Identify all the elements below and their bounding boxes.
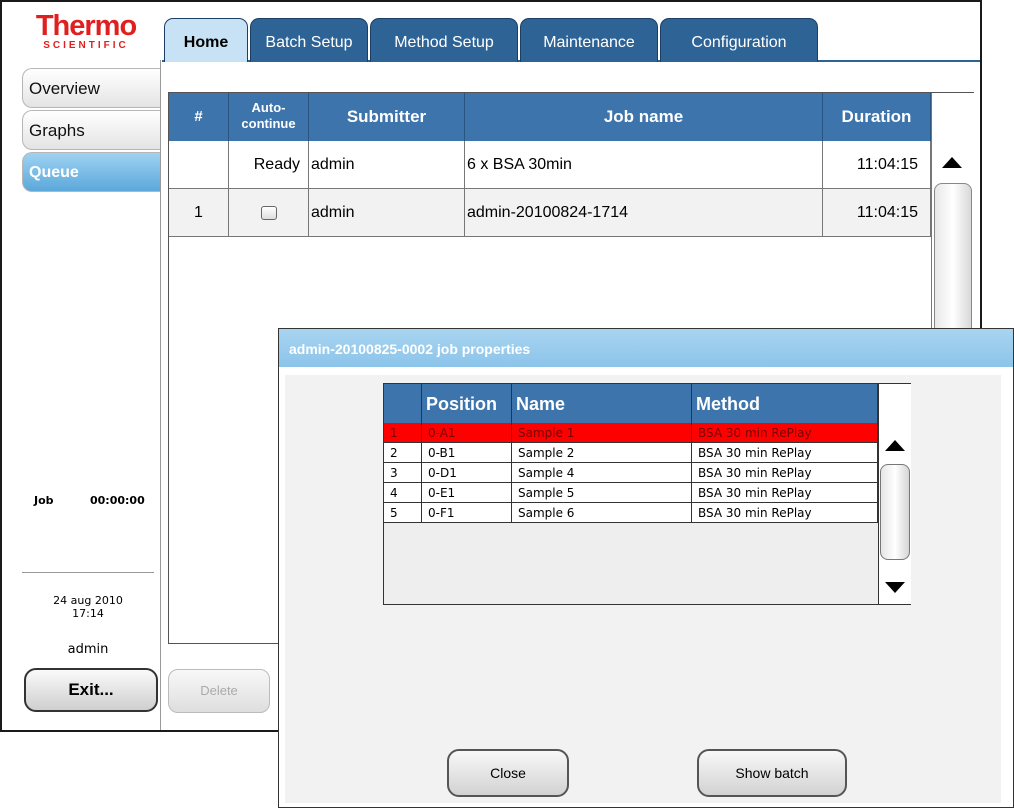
header-auto-continue: Auto- continue: [229, 93, 309, 141]
cell-num: 1: [384, 423, 422, 443]
time-text: 17:14: [72, 607, 104, 620]
date-text: 24 aug 2010: [53, 594, 123, 607]
cell-num: 2: [384, 443, 422, 463]
tab-maintenance[interactable]: Maintenance: [520, 18, 658, 62]
header-name: Name: [512, 384, 692, 423]
cell-name: Sample 4: [512, 463, 692, 483]
cell-method: BSA 30 min RePlay: [692, 423, 878, 443]
delete-button[interactable]: Delete: [168, 669, 270, 713]
job-timer: 00:00:00: [90, 494, 145, 507]
header-position: Position: [422, 384, 512, 423]
current-user: admin: [67, 642, 109, 657]
cell-name: Sample 6: [512, 503, 692, 523]
cell-position: 0-F1: [422, 503, 512, 523]
cell-duration: 11:04:15: [823, 141, 931, 189]
cell-num: 3: [384, 463, 422, 483]
header-num: [384, 384, 422, 423]
scroll-up-icon[interactable]: [942, 157, 962, 168]
samples-scrollbar[interactable]: [878, 384, 911, 604]
thermo-scientific-logo: Thermo SCIENTIFIC: [16, 12, 156, 56]
cell-method: BSA 30 min RePlay: [692, 503, 878, 523]
tab-method-setup[interactable]: Method Setup: [370, 18, 518, 62]
tab-batch-setup[interactable]: Batch Setup: [250, 18, 368, 62]
header-duration: Duration: [823, 93, 931, 141]
cell-auto-status: Ready: [229, 141, 309, 189]
cell-job-name: 6 x BSA 30min: [465, 141, 823, 189]
cell-method: BSA 30 min RePlay: [692, 443, 878, 463]
cell-method: BSA 30 min RePlay: [692, 463, 878, 483]
show-batch-button[interactable]: Show batch: [697, 749, 847, 797]
cell-name: Sample 5: [512, 483, 692, 503]
cell-name: Sample 1: [512, 423, 692, 443]
cell-position: 0-A1: [422, 423, 512, 443]
header-num: #: [169, 93, 229, 141]
cell-num: 5: [384, 503, 422, 523]
cell-method: BSA 30 min RePlay: [692, 483, 878, 503]
close-button[interactable]: Close: [447, 749, 569, 797]
tab-configuration[interactable]: Configuration: [660, 18, 818, 62]
dialog-body: Position Name Method 1 0-A1 Sample 1 BSA…: [285, 375, 1001, 803]
sidebar-item-graphs[interactable]: Graphs: [22, 110, 160, 150]
cell-name: Sample 2: [512, 443, 692, 463]
tab-home[interactable]: Home: [164, 18, 248, 62]
scroll-up-icon[interactable]: [885, 440, 905, 451]
sidebar-item-overview[interactable]: Overview: [22, 68, 160, 108]
header-method: Method: [692, 384, 878, 423]
cell-duration: 11:04:15: [823, 189, 931, 237]
cell-job-name: admin-20100824-1714: [465, 189, 823, 237]
cell-position: 0-E1: [422, 483, 512, 503]
cell-position: 0-B1: [422, 443, 512, 463]
logo-main-text: Thermo: [35, 10, 137, 42]
dialog-title: admin-20100825-0002 job properties: [279, 329, 1013, 367]
date-time: 24 aug 2010 17:14: [22, 594, 154, 620]
samples-table: Position Name Method 1 0-A1 Sample 1 BSA…: [383, 383, 911, 605]
sidebar-separator: [22, 572, 154, 573]
cell-submitter: admin: [309, 189, 465, 237]
sidebar-divider: [160, 60, 161, 730]
auto-continue-checkbox[interactable]: [260, 205, 277, 220]
cell-submitter: admin: [309, 141, 465, 189]
cell-num: 4: [384, 483, 422, 503]
cell-num: [169, 141, 229, 189]
exit-button[interactable]: Exit...: [24, 668, 158, 712]
cell-num: 1: [169, 189, 229, 237]
cell-auto-continue: [229, 189, 309, 237]
job-properties-dialog: admin-20100825-0002 job properties Posit…: [278, 328, 1014, 808]
cell-position: 0-D1: [422, 463, 512, 483]
header-submitter: Submitter: [309, 93, 465, 141]
samples-scroll-thumb[interactable]: [880, 464, 910, 560]
scroll-down-icon[interactable]: [885, 582, 905, 593]
header-job-name: Job name: [465, 93, 823, 141]
sidebar-item-queue[interactable]: Queue: [22, 152, 160, 192]
job-label: Job: [34, 494, 54, 507]
